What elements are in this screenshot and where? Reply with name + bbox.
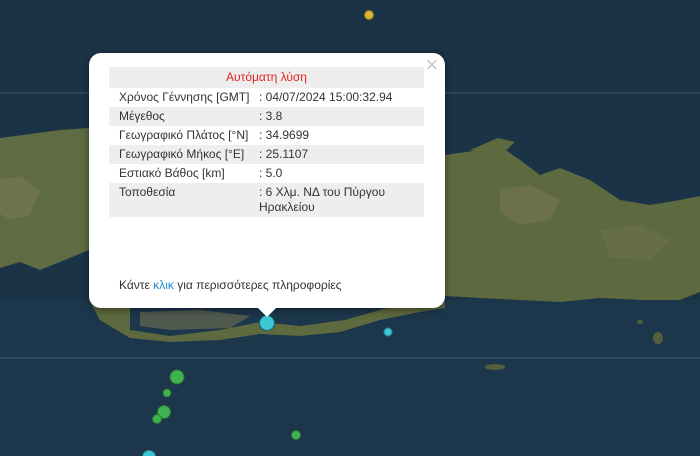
- row-label-latitude: Γεωγραφικό Πλάτος [°N]: [119, 128, 249, 142]
- more-info-text: Κάντε κλικ για περισσότερες πληροφορίες: [119, 278, 342, 292]
- row-value-depth: : 5.0: [259, 166, 283, 180]
- map-view[interactable]: × Αυτόματη λύση Χρόνος Γέννησης [GMT] : 0…: [0, 0, 700, 456]
- earthquake-details-table: Αυτόματη λύση Χρόνος Γέννησης [GMT] : 04/…: [109, 67, 424, 217]
- earthquake-marker[interactable]: [364, 10, 374, 20]
- earthquake-marker[interactable]: [162, 388, 172, 398]
- earthquake-marker[interactable]: [152, 414, 162, 424]
- earthquake-marker[interactable]: [291, 430, 301, 440]
- row-label-origin-time: Χρόνος Γέννησης [GMT]: [119, 90, 250, 104]
- row-value-location: : 6 Χλμ. ΝΔ του Πύργου Ηρακλείου: [259, 183, 424, 217]
- row-value-longitude: : 25.1107: [259, 145, 424, 164]
- row-label-depth: Εστιακό Βάθος [km]: [119, 166, 225, 180]
- row-value-latitude: : 34.9699: [259, 128, 310, 142]
- earthquake-marker-selected[interactable]: [259, 315, 275, 331]
- popup-tip: [257, 307, 277, 317]
- more-info-suffix: για περισσότερες πληροφορίες: [173, 278, 342, 292]
- earthquake-marker[interactable]: [169, 369, 185, 385]
- row-label-longitude: Γεωγραφικό Μήκος [°E]: [109, 145, 259, 164]
- more-info-link[interactable]: κλικ: [153, 278, 174, 292]
- row-value-magnitude: : 3.8: [259, 107, 424, 126]
- close-icon[interactable]: ×: [425, 56, 439, 74]
- row-label-location: Τοποθεσία: [109, 183, 259, 217]
- more-info-prefix: Κάντε: [119, 278, 154, 292]
- earthquake-info-popup: × Αυτόματη λύση Χρόνος Γέννησης [GMT] : 0…: [89, 53, 445, 317]
- row-label-magnitude: Μέγεθος: [109, 107, 259, 126]
- solution-type-title: Αυτόματη λύση: [109, 67, 424, 88]
- earthquake-marker[interactable]: [383, 327, 393, 337]
- row-value-origin-time: : 04/07/2024 15:00:32.94: [259, 90, 393, 104]
